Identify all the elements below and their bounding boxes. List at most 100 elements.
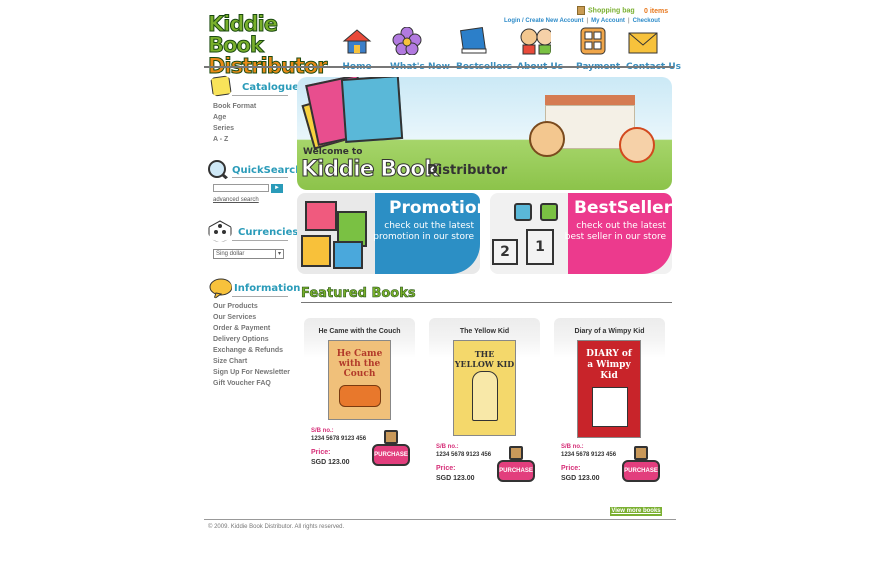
- purchase-button[interactable]: PURCHASE: [497, 446, 535, 486]
- magnifier-icon: [208, 160, 231, 181]
- smiley-icon: [540, 203, 558, 221]
- advanced-search-link[interactable]: advanced search: [213, 197, 259, 203]
- nav-bestsellers[interactable]: Bestsellers: [456, 27, 512, 72]
- catalogue-item-book-format[interactable]: Book Format: [213, 101, 256, 112]
- catalogue-item-age[interactable]: Age: [213, 112, 256, 123]
- cart-item-count: 0 items: [644, 8, 669, 15]
- search-submit-button[interactable]: ►: [271, 184, 283, 193]
- shopping-bag-link[interactable]: Shopping bag: [577, 6, 635, 15]
- info-item-our-products[interactable]: Our Products: [213, 301, 290, 312]
- nav-whats-new[interactable]: What's New: [390, 26, 450, 72]
- catalogue-item-series[interactable]: Series: [213, 123, 256, 134]
- account-links: Login / Create New Account | My Account | Ch…: [504, 18, 660, 24]
- bestsellers-title: BestSellers: [574, 198, 672, 218]
- promotion-sub1: check out the latest: [384, 221, 474, 231]
- cover-title: DIARY of a Wimpy Kid: [586, 349, 632, 381]
- info-item-gift-voucher-faq[interactable]: Gift Voucher FAQ: [213, 378, 290, 389]
- currency-select[interactable]: Sing dollar ▾: [213, 249, 284, 259]
- podium-first: 1: [526, 229, 554, 265]
- my-account-link[interactable]: My Account: [591, 18, 625, 24]
- site-logo[interactable]: Kiddie Book Distributor: [208, 12, 332, 77]
- gift-box-icon: [301, 235, 331, 267]
- info-item-order-payment[interactable]: Order & Payment: [213, 323, 290, 334]
- bestsellers-sub2: best seller in our store: [564, 232, 666, 242]
- book-title[interactable]: Diary of a Wimpy Kid: [554, 328, 665, 335]
- footer-divider: [204, 519, 676, 520]
- flower-icon: [392, 26, 422, 56]
- catalogue-list: Book Format Age Series A - Z: [213, 101, 256, 145]
- checkout-link[interactable]: Checkout: [633, 18, 660, 24]
- featured-books-title: Featured Books: [301, 286, 416, 302]
- info-item-size-chart[interactable]: Size Chart: [213, 356, 290, 367]
- book-card: Diary of a Wimpy Kid DIARY of a Wimpy Ki…: [554, 318, 665, 486]
- envelope-icon: [628, 32, 658, 54]
- price-label: Price:: [436, 465, 456, 472]
- purchase-button[interactable]: PURCHASE: [622, 446, 660, 486]
- book-card: He Came with the Couch He Came with the …: [304, 318, 415, 486]
- login-link[interactable]: Login / Create New Account: [504, 18, 583, 24]
- sb-number: 1234 5678 9123 456: [561, 452, 617, 458]
- quicksearch-title: QuickSearch: [232, 165, 303, 176]
- book-title[interactable]: The Yellow Kid: [429, 328, 540, 335]
- info-item-our-services[interactable]: Our Services: [213, 312, 290, 323]
- couch-illustration: [339, 385, 381, 407]
- welcome-line3: Distributor: [427, 163, 508, 178]
- shopping-bag-icon: [509, 446, 523, 460]
- girl-illustration: [619, 127, 655, 163]
- sb-label: S/B no.:: [436, 444, 459, 450]
- book-cover-image[interactable]: DIARY of a Wimpy Kid: [577, 340, 641, 438]
- catalogue-item-a-z[interactable]: A - Z: [213, 134, 256, 145]
- catalogue-title: Catalogue: [242, 82, 299, 93]
- information-title: Information: [234, 283, 301, 294]
- info-item-exchange-refunds[interactable]: Exchange & Refunds: [213, 345, 290, 356]
- nav-about-us[interactable]: About Us: [517, 27, 563, 72]
- information-list: Our Products Our Services Order & Paymen…: [213, 301, 290, 389]
- price-value: SGD 123.00: [561, 475, 600, 482]
- kids-icon: [520, 28, 554, 55]
- shopping-bag-icon: [634, 446, 648, 460]
- nav-home[interactable]: Home: [340, 27, 374, 72]
- price-label: Price:: [311, 449, 331, 456]
- info-item-newsletter[interactable]: Sign Up For Newsletter: [213, 367, 290, 378]
- promotion-title: Promotion: [389, 198, 480, 218]
- book-card: The Yellow Kid THE YELLOW KID S/B no.: 1…: [429, 318, 540, 486]
- price-value: SGD 123.00: [436, 475, 475, 482]
- search-input[interactable]: [213, 184, 269, 192]
- welcome-line1: Welcome to: [303, 147, 363, 157]
- currency-selected-value: Sing dollar: [216, 251, 245, 257]
- sb-number: 1234 5678 9123 456: [436, 452, 492, 458]
- gift-box-icon: [333, 241, 363, 269]
- purchase-button[interactable]: PURCHASE: [372, 430, 410, 470]
- dice-icon: [208, 220, 232, 242]
- view-more-books-link[interactable]: View more books »: [610, 507, 662, 523]
- shopping-bag-icon: [384, 430, 398, 444]
- sb-label: S/B no.:: [561, 444, 584, 450]
- promotion-banner[interactable]: Promotion check out the latest promotion…: [297, 193, 480, 274]
- speech-bubble-icon: [209, 278, 232, 299]
- book-illustration: [340, 77, 404, 143]
- cover-title: THE YELLOW KID: [454, 349, 515, 369]
- welcome-line2: Kiddie Book: [301, 157, 440, 183]
- quicksearch-underline: [232, 177, 288, 178]
- chevron-down-icon: ▾: [275, 250, 283, 258]
- boy-illustration: [529, 121, 565, 157]
- book-title[interactable]: He Came with the Couch: [304, 328, 415, 335]
- book-cover-image[interactable]: THE YELLOW KID: [453, 340, 516, 436]
- cover-title: He Came with the Couch: [336, 349, 383, 379]
- logo-line1: Kiddie Book: [208, 12, 279, 57]
- price-value: SGD 123.00: [311, 459, 350, 466]
- purchase-label: PURCHASE: [622, 460, 660, 482]
- sb-number: 1234 5678 9123 456: [311, 436, 367, 442]
- currencies-underline: [232, 240, 288, 241]
- catalogue-icon: [210, 75, 232, 97]
- purchase-label: PURCHASE: [372, 444, 410, 466]
- nav-contact-us[interactable]: Contact Us: [626, 27, 681, 72]
- bestsellers-banner[interactable]: 2 1 BestSellers check out the latest bes…: [490, 193, 672, 274]
- nav-payment[interactable]: Payment: [576, 27, 620, 72]
- info-item-delivery-options[interactable]: Delivery Options: [213, 334, 290, 345]
- header-divider: [204, 66, 674, 68]
- book-icon: [460, 27, 487, 54]
- book-cover-image[interactable]: He Came with the Couch: [328, 340, 391, 420]
- bestsellers-sub1: check out the latest: [576, 221, 666, 231]
- shopping-bag-icon: [577, 6, 585, 15]
